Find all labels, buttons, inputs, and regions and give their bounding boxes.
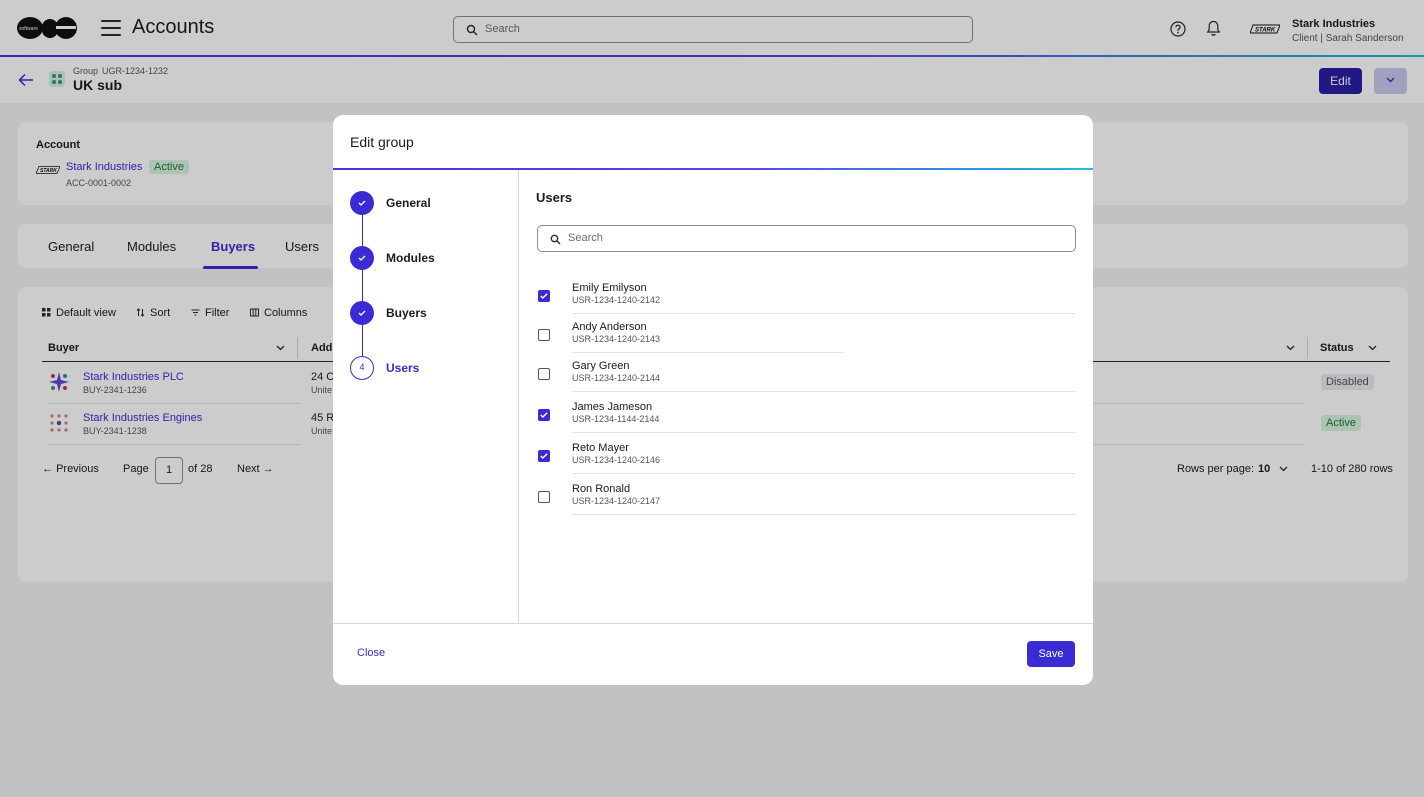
user-checkbox[interactable] [538, 491, 550, 503]
step-modules[interactable]: Modules [386, 251, 435, 265]
step-connector [362, 215, 363, 246]
step-complete-icon[interactable] [350, 301, 374, 325]
step-connector [362, 325, 363, 356]
row-divider [572, 432, 1076, 433]
search-icon [550, 234, 561, 245]
user-id: USR-1234-1144-2144 [572, 414, 660, 424]
user-list-item[interactable]: Gary Green USR-1234-1240-2144 [537, 358, 1076, 398]
footer-divider [333, 623, 1093, 624]
close-button[interactable]: Close [357, 647, 385, 659]
step-general[interactable]: General [386, 196, 431, 210]
stepper-divider [518, 170, 519, 623]
user-id: USR-1234-1240-2147 [572, 496, 661, 506]
check-icon [358, 310, 366, 316]
step-complete-icon[interactable] [350, 246, 374, 270]
save-button[interactable]: Save [1027, 641, 1075, 667]
users-search-input[interactable]: Search [537, 225, 1076, 252]
user-checkbox[interactable] [538, 329, 550, 341]
check-icon [540, 412, 548, 418]
row-divider [572, 391, 1076, 392]
row-divider [572, 352, 844, 353]
user-checkbox[interactable] [538, 409, 550, 421]
user-list-item[interactable]: James Jameson USR-1234-1144-2144 [537, 399, 1076, 439]
dialog-title: Edit group [350, 134, 414, 150]
user-name: Gary Green [572, 360, 630, 372]
user-checkbox[interactable] [538, 450, 550, 462]
user-name: Emily Emilyson [572, 282, 647, 294]
row-divider [572, 313, 1076, 314]
dialog-accent-line [333, 168, 1093, 170]
user-name: James Jameson [572, 401, 653, 413]
user-list-item[interactable]: Andy Anderson USR-1234-1240-2143 [537, 319, 1076, 359]
user-name: Reto Mayer [572, 442, 629, 454]
user-name: Andy Anderson [572, 321, 647, 333]
row-divider [572, 473, 1076, 474]
user-list-item[interactable]: Reto Mayer USR-1234-1240-2146 [537, 440, 1076, 480]
edit-group-dialog: Edit group General Modules Buyers 4 User… [333, 115, 1093, 685]
row-divider [572, 514, 1076, 515]
check-icon [540, 293, 548, 299]
check-icon [358, 200, 366, 206]
user-list-item[interactable]: Ron Ronald USR-1234-1240-2147 [537, 481, 1076, 521]
step-connector [362, 270, 363, 301]
user-id: USR-1234-1240-2143 [572, 334, 661, 344]
user-checkbox[interactable] [538, 290, 550, 302]
user-list-item[interactable]: Emily Emilyson USR-1234-1240-2142 [537, 280, 1076, 320]
user-id: USR-1234-1240-2144 [572, 373, 661, 383]
user-id: USR-1234-1240-2142 [572, 295, 661, 305]
user-name: Ron Ronald [572, 483, 631, 495]
user-checkbox[interactable] [538, 368, 550, 380]
check-icon [358, 255, 366, 261]
users-pane-title: Users [536, 190, 573, 205]
step-users[interactable]: Users [386, 361, 419, 375]
user-id: USR-1234-1240-2146 [572, 455, 661, 465]
step-current-number[interactable]: 4 [350, 356, 374, 380]
search-placeholder: Search [568, 232, 603, 244]
check-icon [540, 453, 548, 459]
step-complete-icon[interactable] [350, 191, 374, 215]
step-buyers[interactable]: Buyers [386, 306, 427, 320]
